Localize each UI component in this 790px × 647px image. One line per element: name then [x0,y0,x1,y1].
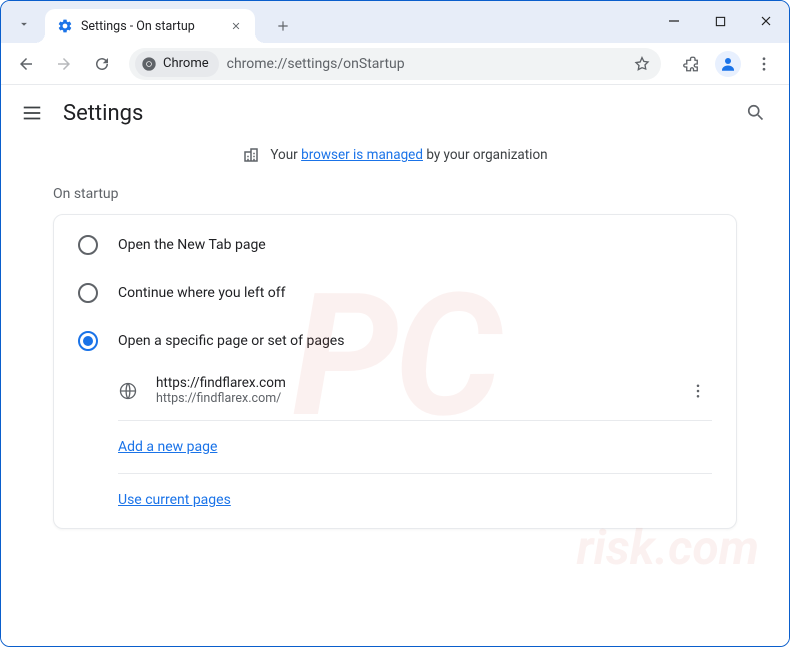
browser-tab[interactable]: Settings - On startup [45,9,255,43]
site-info-chip[interactable]: Chrome [135,51,219,77]
avatar [715,51,741,77]
new-tab-button[interactable] [269,12,297,40]
add-page-row: Add a new page [54,425,736,469]
tab-close-button[interactable] [227,17,245,35]
maximize-button[interactable] [697,1,743,41]
menu-button[interactable] [21,102,45,126]
forward-button[interactable] [47,47,81,81]
plus-icon [276,19,290,33]
use-current-row: Use current pages [54,478,736,522]
site-chip-label: Chrome [163,56,209,71]
browser-window: Settings - On startup [0,0,790,647]
app-menu-button[interactable] [747,47,781,81]
radio-icon [78,235,98,255]
use-current-link[interactable]: Use current pages [118,492,231,508]
arrow-left-icon [17,55,35,73]
toolbar-right [675,47,781,81]
add-page-link[interactable]: Add a new page [118,439,217,455]
window-controls [651,1,789,43]
page-actions-button[interactable] [684,377,712,405]
maximize-icon [715,16,726,27]
chrome-logo-icon [141,56,157,72]
settings-header: Settings [1,85,789,142]
titlebar: Settings - On startup [1,1,789,43]
star-icon [633,55,651,73]
close-window-button[interactable] [743,1,789,41]
gear-icon [57,18,73,34]
arrow-right-icon [55,55,73,73]
bookmark-button[interactable] [633,55,651,73]
kebab-icon [755,55,773,73]
extensions-button[interactable] [675,47,709,81]
page-title: Settings [63,101,143,126]
kebab-icon [689,382,707,400]
browser-toolbar: Chrome chrome://settings/onStartup [1,43,789,85]
person-icon [719,55,737,73]
search-icon [745,102,765,122]
startup-page-text: https://findflarex.com https://findflare… [156,375,666,406]
startup-card: Open the New Tab page Continue where you… [53,214,737,529]
close-icon [231,21,241,31]
puzzle-icon [683,55,701,73]
tab-title: Settings - On startup [81,19,219,34]
radio-option-continue[interactable]: Continue where you left off [54,269,736,317]
globe-icon [118,381,138,401]
radio-icon [78,283,98,303]
reload-button[interactable] [85,47,119,81]
radio-label: Continue where you left off [118,285,286,301]
minimize-button[interactable] [651,1,697,41]
settings-page: PC risk.com Settings Your browser is man… [1,85,789,646]
radio-label: Open a specific page or set of pages [118,333,344,349]
address-bar[interactable]: Chrome chrome://settings/onStartup [129,48,661,80]
hamburger-icon [21,102,43,124]
reload-icon [93,55,111,73]
building-icon [242,146,260,164]
radio-icon [78,331,98,351]
radio-option-newtab[interactable]: Open the New Tab page [54,221,736,269]
startup-page-url: https://findflarex.com/ [156,391,666,406]
close-icon [760,15,772,27]
minimize-icon [668,15,680,27]
back-button[interactable] [9,47,43,81]
url-text: chrome://settings/onStartup [227,56,625,72]
startup-page-title: https://findflarex.com [156,375,666,391]
managed-text: Your browser is managed by your organiza… [270,147,547,163]
radio-option-specific[interactable]: Open a specific page or set of pages [54,317,736,365]
managed-link[interactable]: browser is managed [301,147,423,163]
radio-label: Open the New Tab page [118,237,266,253]
managed-banner: Your browser is managed by your organiza… [1,142,789,182]
divider [118,473,712,474]
profile-button[interactable] [711,47,745,81]
section-label: On startup [1,182,789,214]
divider [118,420,712,421]
startup-page-row: https://findflarex.com https://findflare… [54,365,736,416]
search-settings-button[interactable] [745,102,769,126]
chevron-down-icon [17,17,31,31]
